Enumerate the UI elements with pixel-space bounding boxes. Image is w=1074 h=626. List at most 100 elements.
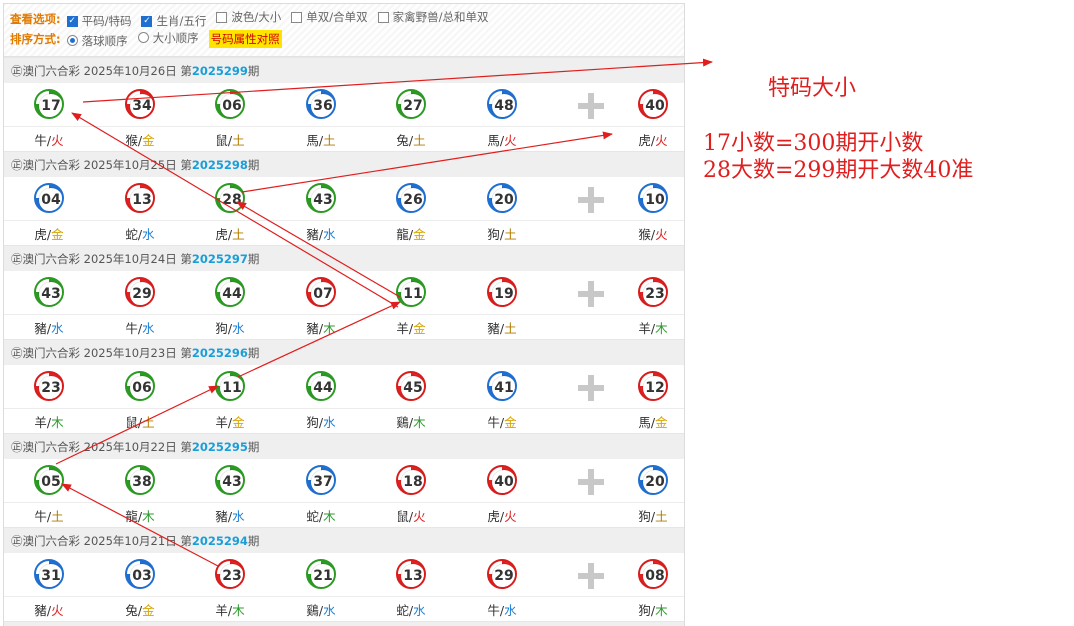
ball-number: 34 — [130, 94, 153, 117]
view-option-3[interactable]: 单双/合单双 — [291, 9, 368, 25]
zodiac-element: 虎/火 — [472, 506, 532, 525]
zodiac: 牛 — [34, 133, 47, 148]
ball-blue: 20 — [487, 183, 517, 213]
zodiac-element: 牛/水 — [110, 318, 170, 337]
element: 土 — [655, 509, 668, 524]
checkbox-icon[interactable]: ✓ — [141, 15, 153, 27]
zodiac-element: 豬/水 — [291, 224, 351, 243]
ball-number: 04 — [39, 188, 62, 211]
element: 水 — [142, 227, 155, 242]
zodiac-element: 狗/水 — [291, 412, 351, 431]
regular-ball: 43 豬/水 — [200, 459, 260, 527]
attribute-compare-link[interactable]: 号码属性对照 — [208, 30, 282, 48]
ball-red: 12 — [638, 371, 668, 401]
plus-icon — [578, 187, 604, 213]
zodiac-element: 狗/木 — [623, 600, 683, 619]
view-option-2[interactable]: 波色/大小 — [216, 9, 281, 25]
checkbox-icon[interactable]: ✓ — [66, 15, 78, 27]
plus-cell — [562, 459, 622, 527]
zodiac-element: 馬/土 — [291, 130, 351, 149]
ball-red: 08 — [638, 559, 668, 589]
element: 金 — [142, 133, 155, 148]
zodiac: 猴 — [638, 227, 651, 242]
regular-ball: 48 馬/火 — [472, 83, 532, 151]
checkbox-icon[interactable] — [377, 11, 389, 23]
draw-header: ㊣澳门六合彩 2025年10月22日 第 2025295 期 — [4, 433, 684, 459]
checkbox-icon[interactable] — [291, 11, 303, 23]
zodiac: 鼠 — [396, 509, 409, 524]
ball-number: 03 — [130, 564, 153, 587]
zodiac-element: 蛇/木 — [291, 506, 351, 525]
view-option-label: 生肖/五行 — [156, 14, 207, 28]
ball-blue: 26 — [396, 183, 426, 213]
draw-row: 04 虎/金 13 蛇/水 28 虎/土 43 豬/水 26 龍/金 20 狗/土 10 猴/火 — [4, 177, 684, 245]
sort-option-label: 落球顺序 — [81, 33, 128, 48]
filter-bar: 查看选项: ✓ 平码/特码 ✓ 生肖/五行 波色/大小 单双/合单双 家禽野兽/总和单双 排… — [4, 4, 684, 57]
draw-row: 43 豬/水 29 牛/水 44 狗/水 07 豬/木 11 羊/金 19 豬/土 23 羊/木 — [4, 271, 684, 339]
ball-number: 26 — [401, 188, 424, 211]
plus-cell — [562, 177, 622, 245]
regular-ball: 21 鷄/水 — [291, 553, 351, 621]
special-ball: 23 羊/木 — [623, 271, 683, 339]
element: 土 — [232, 133, 245, 148]
ball-number: 08 — [643, 564, 666, 587]
view-option-4[interactable]: 家禽野兽/总和单双 — [377, 9, 488, 25]
regular-ball: 28 虎/土 — [200, 177, 260, 245]
ball-number: 44 — [220, 282, 243, 305]
ball-red: 13 — [125, 183, 155, 213]
zodiac-element: 虎/金 — [19, 224, 79, 243]
ball-number: 13 — [130, 188, 153, 211]
regular-ball: 45 鷄/木 — [381, 365, 441, 433]
ball-blue: 48 — [487, 89, 517, 119]
regular-ball: 11 羊/金 — [200, 365, 260, 433]
ball-number: 11 — [220, 376, 243, 399]
special-ball: 20 狗/土 — [623, 459, 683, 527]
radio-icon[interactable] — [137, 32, 149, 43]
sort-option-0[interactable]: 落球顺序 — [66, 33, 128, 49]
ball-number: 23 — [220, 564, 243, 587]
zodiac-element: 牛/水 — [472, 600, 532, 619]
lottery-panel: 查看选项: ✓ 平码/特码 ✓ 生肖/五行 波色/大小 单双/合单双 家禽野兽/总和单双 排… — [3, 3, 685, 626]
element: 土 — [504, 321, 517, 336]
zodiac-element: 馬/金 — [623, 412, 683, 431]
zodiac: 兔 — [125, 603, 138, 618]
ball-green: 17 — [34, 89, 64, 119]
ball-number: 13 — [401, 564, 424, 587]
ball-number: 06 — [130, 376, 153, 399]
ball-number: 44 — [311, 376, 334, 399]
ball-blue: 03 — [125, 559, 155, 589]
zodiac: 虎 — [215, 227, 228, 242]
zodiac-element: 狗/水 — [200, 318, 260, 337]
zodiac: 鷄 — [396, 415, 409, 430]
ball-red: 29 — [125, 277, 155, 307]
zodiac: 豬 — [34, 321, 47, 336]
ball-green: 06 — [125, 371, 155, 401]
radio-icon[interactable] — [66, 35, 78, 46]
sort-options-label: 排序方式: — [10, 32, 61, 46]
zodiac-element: 龍/金 — [381, 224, 441, 243]
zodiac-element: 虎/火 — [623, 130, 683, 149]
regular-ball: 07 豬/木 — [291, 271, 351, 339]
draw-date: ㊣澳门六合彩 2025年10月21日 第 — [11, 533, 192, 548]
view-option-1[interactable]: ✓ 生肖/五行 — [141, 13, 206, 29]
regular-ball: 04 虎/金 — [19, 177, 79, 245]
ball-number: 40 — [492, 470, 515, 493]
checkbox-icon[interactable] — [216, 11, 228, 23]
zodiac-element: 兔/土 — [381, 130, 441, 149]
ball-number: 20 — [643, 470, 666, 493]
regular-ball: 41 牛/金 — [472, 365, 532, 433]
ball-number: 41 — [492, 376, 515, 399]
view-option-0[interactable]: ✓ 平码/特码 — [66, 13, 131, 29]
ball-number: 07 — [311, 282, 334, 305]
zodiac-element: 羊/木 — [623, 318, 683, 337]
zodiac: 豬 — [487, 321, 500, 336]
regular-ball: 31 豬/火 — [19, 553, 79, 621]
ball-green: 44 — [215, 277, 245, 307]
ball-green: 27 — [396, 89, 426, 119]
sort-option-1[interactable]: 大小顺序 — [137, 30, 199, 46]
element: 木 — [323, 321, 336, 336]
element: 金 — [51, 227, 64, 242]
regular-ball: 13 蛇/水 — [110, 177, 170, 245]
zodiac-element: 豬/木 — [291, 318, 351, 337]
zodiac-element: 龍/木 — [110, 506, 170, 525]
